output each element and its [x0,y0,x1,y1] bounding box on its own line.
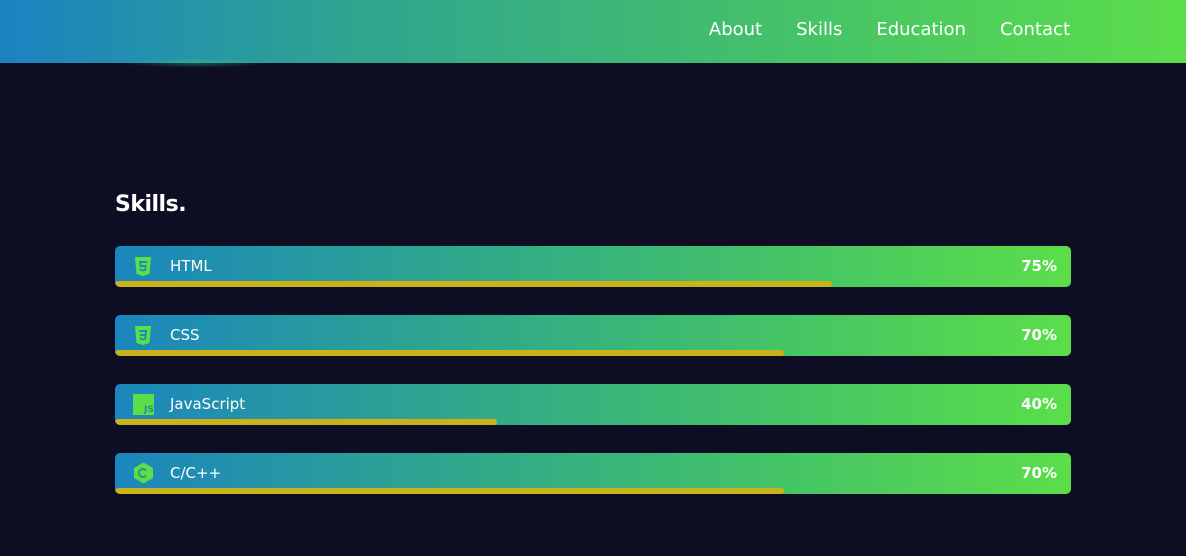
nav-link-skills[interactable]: Skills [796,19,842,40]
skill-progress-bar [115,350,785,356]
main-nav: About Skills Education Contact [709,0,1070,58]
skill-item-css: CSS 70% [115,315,1071,356]
skill-percent: 70% [1021,326,1057,344]
skill-progress-bar [115,281,832,287]
skills-section-title: Skills. [115,192,187,217]
skill-percent: 40% [1021,395,1057,413]
skills-list: HTML 75% CSS 70% JS JavaScript 40% C/C++… [115,246,1071,522]
header-glow [120,58,270,68]
skill-progress-bar [115,488,785,494]
skill-item-cpp: C/C++ 70% [115,453,1071,494]
css3-icon [132,324,154,346]
skill-item-javascript: JS JavaScript 40% [115,384,1071,425]
skill-percent: 75% [1021,257,1057,275]
html5-icon [132,255,154,277]
skill-item-html: HTML 75% [115,246,1071,287]
nav-link-education[interactable]: Education [876,19,966,40]
site-header: About Skills Education Contact [0,0,1186,63]
skill-progress-bar [115,419,498,425]
skill-percent: 70% [1021,464,1057,482]
nav-link-contact[interactable]: Contact [1000,19,1070,40]
javascript-icon: JS [132,393,154,415]
svg-text:JS: JS [143,405,154,415]
nav-link-about[interactable]: About [709,19,762,40]
cplusplus-icon [132,462,154,484]
